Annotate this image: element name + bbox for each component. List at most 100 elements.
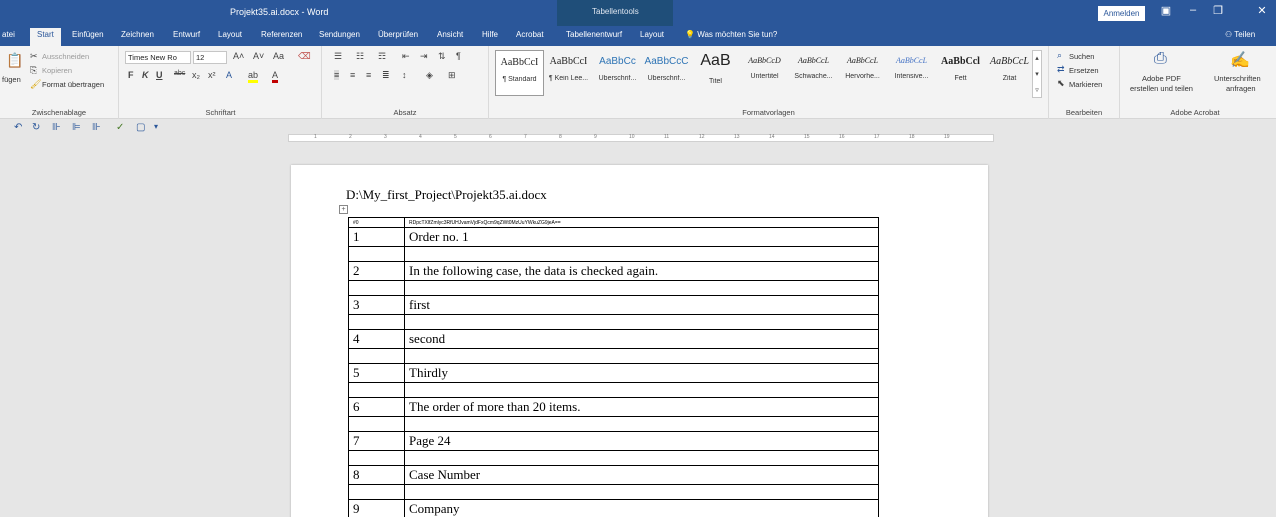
- empty-cell[interactable]: [404, 382, 879, 398]
- style-card[interactable]: AaBbCcL Hervorhe...: [838, 50, 887, 96]
- row-number-cell[interactable]: 7: [348, 431, 405, 451]
- tab-view[interactable]: Ansicht: [437, 30, 463, 39]
- subscript-icon[interactable]: x₂: [192, 70, 200, 80]
- find-button[interactable]: Suchen: [1069, 52, 1094, 61]
- undo-icon[interactable]: ↶: [14, 122, 22, 133]
- change-case-icon[interactable]: Aa: [273, 51, 284, 61]
- row-text-cell[interactable]: first: [404, 295, 879, 315]
- tab-draw[interactable]: Zeichnen: [121, 30, 154, 39]
- row-number-cell[interactable]: 1: [348, 227, 405, 247]
- bullets-icon[interactable]: ☰: [334, 51, 342, 62]
- highlight-icon[interactable]: ab: [248, 70, 259, 83]
- sign-in-button[interactable]: Anmelden: [1098, 6, 1145, 21]
- empty-cell[interactable]: [404, 246, 879, 262]
- empty-cell[interactable]: [404, 348, 879, 364]
- restore-icon[interactable]: ❐: [1210, 4, 1226, 17]
- select-button[interactable]: Markieren: [1069, 80, 1102, 89]
- font-color-icon[interactable]: A: [272, 70, 279, 83]
- tab-mailings[interactable]: Sendungen: [319, 30, 360, 39]
- tab-design[interactable]: Entwurf: [173, 30, 200, 39]
- strikethrough-icon[interactable]: abc: [174, 70, 185, 77]
- style-card[interactable]: AaBbCcl Fett: [936, 50, 985, 96]
- spelling-icon[interactable]: ✓: [116, 122, 124, 133]
- tab-file[interactable]: atei: [2, 30, 15, 39]
- row-text-cell[interactable]: The order of more than 20 items.: [404, 397, 879, 417]
- style-card[interactable]: AaBbCcI ¶ Standard: [495, 50, 544, 96]
- paste-icon[interactable]: 📋: [6, 52, 23, 69]
- bold-icon[interactable]: F: [128, 70, 134, 80]
- align-right-icon[interactable]: ≡: [366, 70, 371, 80]
- redo-icon[interactable]: ↻: [32, 122, 40, 133]
- customize-qat-icon[interactable]: ▾: [154, 122, 158, 131]
- empty-cell[interactable]: [404, 484, 879, 500]
- style-card[interactable]: AaB Titel: [691, 50, 740, 96]
- insert-table-col-icon[interactable]: ⊫: [72, 122, 81, 133]
- style-card[interactable]: AaBbCcL Schwache...: [789, 50, 838, 96]
- pilcrow-icon[interactable]: ¶: [456, 51, 461, 61]
- shrink-font-icon[interactable]: A˅: [253, 51, 264, 61]
- row-text-cell[interactable]: Thirdly: [404, 363, 879, 383]
- tab-acrobat[interactable]: Acrobat: [516, 30, 544, 39]
- close-icon[interactable]: ✕: [1254, 4, 1270, 17]
- tab-start[interactable]: Start: [30, 28, 61, 46]
- row-number-cell[interactable]: 9: [348, 499, 405, 517]
- empty-cell[interactable]: [348, 450, 405, 466]
- row-text-cell[interactable]: Case Number: [404, 465, 879, 485]
- grow-font-icon[interactable]: A˄: [233, 51, 244, 61]
- copy-button[interactable]: Kopieren: [42, 66, 72, 75]
- styles-scroll-icon[interactable]: ▴ ▾ ▿: [1032, 50, 1042, 98]
- borders-icon[interactable]: ⊞: [448, 70, 456, 81]
- row-number-cell[interactable]: 3: [348, 295, 405, 315]
- shading-icon[interactable]: ◈: [426, 70, 433, 81]
- document-page[interactable]: D:\My_first_Project\Projekt35.ai.docx + …: [291, 165, 988, 517]
- tab-table-design[interactable]: Tabellenentwurf: [566, 30, 622, 39]
- row-number-cell[interactable]: 2: [348, 261, 405, 281]
- style-card[interactable]: AaBbCcI ¶ Kein Lee...: [544, 50, 593, 96]
- empty-cell[interactable]: [348, 484, 405, 500]
- empty-cell[interactable]: [404, 314, 879, 330]
- format-painter-button[interactable]: Format übertragen: [42, 80, 104, 89]
- row-number-cell[interactable]: 5: [348, 363, 405, 383]
- request-signatures-line2[interactable]: anfragen: [1226, 84, 1256, 93]
- paste-button[interactable]: fügen: [2, 75, 21, 84]
- row-text-cell[interactable]: Company: [404, 499, 879, 517]
- empty-cell[interactable]: [348, 382, 405, 398]
- multilevel-list-icon[interactable]: ☶: [378, 51, 386, 62]
- align-left-icon[interactable]: ≡: [334, 70, 340, 80]
- superscript-icon[interactable]: x²: [208, 70, 216, 80]
- style-card[interactable]: AaBbCcL Intensive...: [887, 50, 936, 96]
- font-name-box[interactable]: Times New Ro: [125, 51, 191, 64]
- style-card[interactable]: AaBbCc Überschrif...: [593, 50, 642, 96]
- font-size-box[interactable]: 12: [193, 51, 227, 64]
- text-effects-icon[interactable]: A: [226, 70, 232, 80]
- style-card[interactable]: AaBbCcD Untertitel: [740, 50, 789, 96]
- empty-cell[interactable]: [348, 348, 405, 364]
- table-header-cell[interactable]: RDpcTXlfZmlyc3RfUHJvamVjdFxQcm9qZWt0MzUu…: [404, 217, 879, 228]
- tab-references[interactable]: Referenzen: [261, 30, 302, 39]
- cut-button[interactable]: Ausschneiden: [42, 52, 89, 61]
- style-card[interactable]: AaBbCcC Überschrif...: [642, 50, 691, 96]
- table-move-handle-icon[interactable]: +: [339, 205, 348, 214]
- minimize-icon[interactable]: –: [1185, 4, 1201, 16]
- clear-formatting-icon[interactable]: ⌫: [298, 51, 311, 62]
- row-text-cell[interactable]: Page 24: [404, 431, 879, 451]
- row-number-cell[interactable]: 6: [348, 397, 405, 417]
- align-center-icon[interactable]: ≡: [350, 70, 355, 80]
- justify-icon[interactable]: ≣: [382, 70, 390, 81]
- table-options-icon[interactable]: ⊪: [92, 122, 101, 133]
- horizontal-ruler[interactable]: 1 2 3 4 5 6 7 8 9 10 11 12 13 14 15 16 17 18 19: [288, 134, 994, 142]
- request-signatures-line1[interactable]: Unterschriften: [1214, 74, 1261, 83]
- empty-cell[interactable]: [348, 280, 405, 296]
- create-pdf-line2[interactable]: erstellen und teilen: [1130, 84, 1193, 93]
- increase-indent-icon[interactable]: ⇥: [420, 51, 428, 62]
- empty-cell[interactable]: [348, 246, 405, 262]
- row-text-cell[interactable]: In the following case, the data is check…: [404, 261, 879, 281]
- numbering-icon[interactable]: ☷: [356, 51, 364, 62]
- tab-help[interactable]: Hilfe: [482, 30, 498, 39]
- tab-layout[interactable]: Layout: [218, 30, 242, 39]
- empty-cell[interactable]: [348, 314, 405, 330]
- create-pdf-line1[interactable]: Adobe PDF: [1142, 74, 1181, 83]
- decrease-indent-icon[interactable]: ⇤: [402, 51, 410, 62]
- sort-icon[interactable]: ⇅: [438, 51, 446, 62]
- empty-cell[interactable]: [348, 416, 405, 432]
